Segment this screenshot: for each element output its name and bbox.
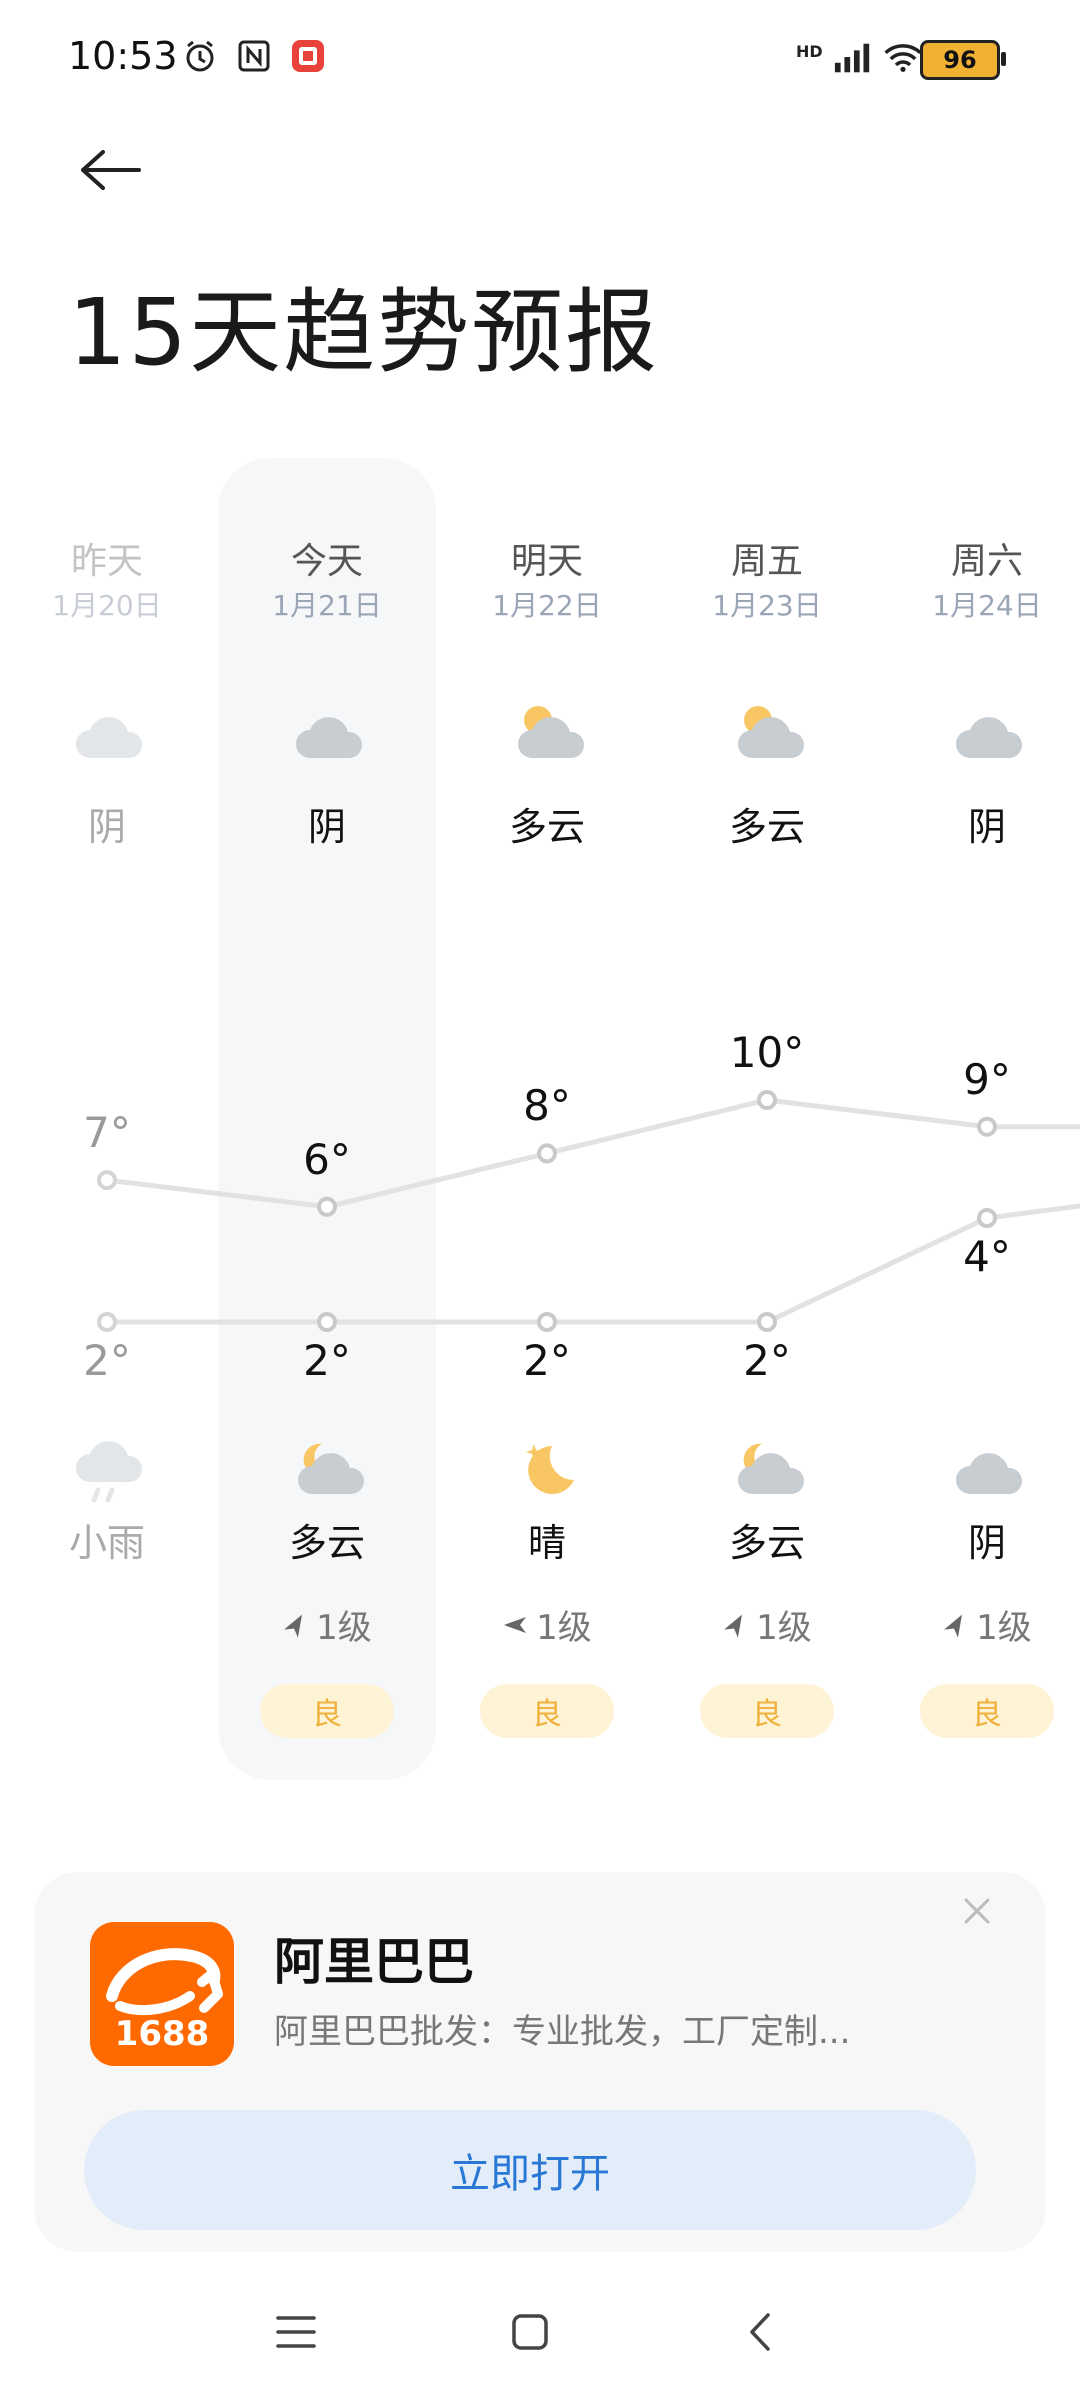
wind-level: 1级 [756,1608,812,1648]
forecast-column[interactable]: 今天 1月21日 [217,532,437,624]
date-label: 1月21日 [272,589,382,622]
menu-icon [276,2316,316,2348]
forecast-column[interactable]: 昨天 1月20日 [0,532,217,624]
wifi-icon [883,38,923,78]
network-hd-label: HD [796,41,823,61]
aqi-badge: 良 [480,1684,614,1738]
low-temp-label: 2° [743,1336,791,1385]
wind-direction-icon [504,1616,527,1633]
low-temp-point [537,1312,557,1332]
night-cloudy-icon [738,1443,805,1494]
cloudy-icon [296,717,363,758]
date-label: 1月24日 [932,589,1042,622]
night-condition: 阴 [967,1521,1006,1565]
light-rain-icon [76,1441,143,1503]
recent-apps-button[interactable] [246,2282,346,2382]
night-condition: 多云 [288,1521,365,1565]
cloudy-icon [956,717,1023,758]
battery-indicator: 96 [920,40,1006,80]
home-button[interactable] [480,2282,580,2382]
nav-back-button[interactable] [710,2282,810,2382]
wind-direction-icon [284,1614,303,1638]
status-icons-left [180,36,328,76]
status-icons-right: HD [796,38,923,78]
alibaba-1688-logo: 1688 [90,1922,234,2066]
low-temp-point [97,1312,117,1332]
back-arrow-icon [81,150,141,190]
night-condition: 晴 [527,1521,566,1565]
day-condition: 阴 [307,805,346,849]
wind-level: 1级 [976,1608,1032,1648]
forecast-column[interactable]: 周六 1月24日 [877,532,1080,624]
low-temp-point [317,1312,337,1332]
wind-direction-icon [944,1614,963,1638]
page-title: 15天趋势预报 [68,279,660,386]
home-square-icon [512,2314,548,2350]
date-label: 1月23日 [712,589,822,622]
day-label: 明天 [510,541,583,582]
high-temp-point [977,1116,997,1137]
wind-info: 1级 [217,1600,437,1649]
high-temp-point [97,1170,117,1191]
ad-app-name: 阿里巴巴 [274,1933,474,1991]
high-temp-label: 6° [303,1134,351,1184]
nfc-icon [234,36,274,76]
signal-icon [833,38,873,78]
day-label: 周五 [730,541,803,582]
forecast-column[interactable]: 明天 1月22日 [437,532,657,624]
low-temp-point [757,1312,777,1332]
battery-level: 96 [943,46,977,74]
high-temp-label: 7° [83,1108,131,1158]
high-temp-label: 8° [523,1081,571,1131]
day-label: 今天 [290,541,363,582]
ad-close-button[interactable] [952,1886,1002,1936]
aqi-badge: 良 [920,1684,1054,1738]
day-condition: 多云 [508,805,585,849]
wind-level: 1级 [316,1608,372,1648]
forecast-column[interactable]: 周五 1月23日 [657,532,877,624]
high-temp-label: 9° [963,1054,1011,1104]
status-time: 10:53 [68,34,178,78]
open-app-button[interactable]: 立即打开 [84,2110,976,2230]
day-condition: 阴 [87,805,126,849]
logo-text: 1688 [114,2014,210,2054]
taobao-app-icon [288,36,328,76]
partly-cloudy-icon [518,706,585,758]
wind-info: 1级 [877,1600,1080,1649]
night-condition: 小雨 [68,1521,145,1565]
low-temp-label: 2° [303,1336,351,1385]
date-label: 1月20日 [52,589,162,622]
high-temp-point [537,1143,557,1164]
high-temp-point [757,1090,777,1110]
alarm-icon [180,36,220,76]
low-temp-point [977,1208,997,1228]
low-temp-label: 2° [523,1336,571,1385]
wind-direction-icon [724,1614,743,1638]
day-condition: 多云 [728,805,805,849]
wind-info: 1级 [437,1600,657,1649]
high-temp-point [317,1196,337,1217]
aqi-badge: 良 [260,1684,394,1738]
aqi-badge: 良 [700,1684,834,1738]
back-button[interactable] [70,130,150,210]
cloudy-icon [956,1453,1023,1494]
wind-level: 1级 [536,1608,592,1648]
low-temp-label: 2° [83,1336,131,1385]
day-label: 周六 [950,541,1023,582]
ad-description: 阿里巴巴批发：专业批发，工厂定制... [274,2012,851,2052]
wind-info: 1级 [657,1600,877,1649]
high-temp-label: 10° [729,1028,805,1077]
day-label: 昨天 [70,541,143,582]
night-cloudy-icon [298,1443,365,1494]
cloudy-icon [76,717,143,758]
partly-cloudy-icon [738,706,805,758]
low-temp-label: 4° [963,1232,1011,1281]
chevron-left-icon [750,2313,770,2351]
day-condition: 阴 [967,805,1006,849]
close-icon [964,1898,990,1924]
date-label: 1月22日 [492,589,602,622]
clear-night-icon [526,1444,574,1494]
night-condition: 多云 [728,1521,805,1565]
